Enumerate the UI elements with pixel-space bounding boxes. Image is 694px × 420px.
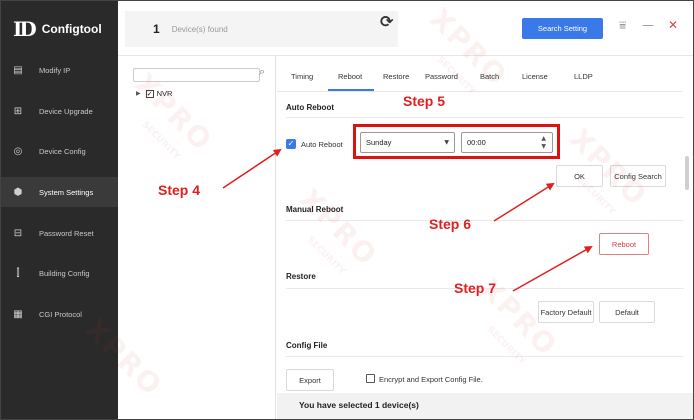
encrypt-export-checkbox[interactable] xyxy=(366,374,375,383)
chevron-down-icon: ▼ xyxy=(444,139,449,146)
sidebar-item-label: Device Config xyxy=(39,146,86,156)
device-count-label: Device(s) found xyxy=(171,24,228,34)
device-upgrade-icon: ⊞ xyxy=(13,105,23,117)
device-tree-panel: ⌕ ▶ ✓ NVR xyxy=(118,56,276,419)
restore-heading: Restore xyxy=(286,272,316,281)
sidebar-item-label: Modify IP xyxy=(39,65,71,75)
sidebar-item-cgi-protocol[interactable]: ▦ CGI Protocol xyxy=(1,299,118,329)
reboot-day-value: Sunday xyxy=(366,138,392,147)
main-panel: Timing Reboot Restore Password Batch Lic… xyxy=(277,56,693,419)
sidebar-item-label: CGI Protocol xyxy=(39,309,82,319)
tree-node-label: NVR xyxy=(156,89,173,98)
modify-ip-icon: ▤ xyxy=(13,64,23,76)
app-logo: ID Configtool xyxy=(13,15,102,43)
app-window: ID Configtool ▤ Modify IP ⊞ Device Upgra… xyxy=(0,0,694,420)
device-count-box: 1 Device(s) found xyxy=(125,11,398,47)
reboot-time-input[interactable]: 00:00 ▲ ▼ xyxy=(461,132,553,153)
reboot-button[interactable]: Reboot xyxy=(599,233,649,255)
tab-restore[interactable]: Restore xyxy=(383,72,409,81)
sidebar: ID Configtool ▤ Modify IP ⊞ Device Upgra… xyxy=(1,1,118,419)
expand-arrow-icon[interactable]: ▶ xyxy=(136,90,141,97)
filter-icon[interactable]: ⩸ xyxy=(619,18,626,33)
tab-timing[interactable]: Timing xyxy=(291,72,313,81)
divider xyxy=(286,117,684,118)
divider xyxy=(286,288,684,289)
app-title: Configtool xyxy=(41,22,102,36)
search-setting-button[interactable]: Search Setting xyxy=(522,18,603,39)
scrollbar[interactable] xyxy=(685,156,689,190)
divider xyxy=(286,356,684,357)
default-button[interactable]: Default xyxy=(599,301,655,323)
sidebar-item-label: Building Config xyxy=(39,268,90,278)
selection-status-text: You have selected 1 device(s) xyxy=(299,400,419,410)
device-count: 1 xyxy=(153,22,160,36)
system-settings-icon: ⬢ xyxy=(13,186,23,198)
encrypt-export-label: Encrypt and Export Config File. xyxy=(379,375,483,384)
device-config-icon: ◎ xyxy=(13,145,23,157)
refresh-icon[interactable]: ⟳ xyxy=(380,12,393,31)
factory-default-button[interactable]: Factory Default xyxy=(538,301,594,323)
sidebar-item-building-config[interactable]: ⫿ Building Config xyxy=(1,258,118,288)
minimize-icon[interactable]: — xyxy=(642,18,654,32)
tree-node-checkbox[interactable]: ✓ xyxy=(145,89,154,98)
sidebar-item-label: Password Reset xyxy=(39,228,94,238)
top-bar: 1 Device(s) found ⟳ Search Setting ⩸ — ✕ xyxy=(118,1,693,56)
logo-mark: ID xyxy=(13,17,37,41)
tab-password[interactable]: Password xyxy=(425,72,458,81)
sidebar-item-label: Device Upgrade xyxy=(39,106,93,116)
auto-reboot-label: Auto Reboot xyxy=(301,140,343,149)
active-tab-indicator xyxy=(328,89,374,91)
tab-lldp[interactable]: LLDP xyxy=(574,72,593,81)
reboot-day-select[interactable]: Sunday ▼ xyxy=(360,132,455,153)
selection-status-bar: You have selected 1 device(s) xyxy=(277,393,693,419)
auto-reboot-checkbox[interactable]: ✓ xyxy=(286,139,296,149)
spin-up-icon[interactable]: ▲ xyxy=(541,135,546,143)
sidebar-item-system-settings[interactable]: ⬢ System Settings xyxy=(1,177,118,207)
config-file-heading: Config File xyxy=(286,341,328,350)
password-reset-icon: ⊟ xyxy=(13,227,23,239)
sidebar-item-device-config[interactable]: ◎ Device Config xyxy=(1,136,118,166)
search-icon[interactable]: ⌕ xyxy=(259,65,265,79)
sidebar-item-modify-ip[interactable]: ▤ Modify IP xyxy=(1,55,118,85)
time-spinner[interactable]: ▲ ▼ xyxy=(541,135,546,151)
tab-reboot[interactable]: Reboot xyxy=(338,72,362,81)
auto-reboot-heading: Auto Reboot xyxy=(286,103,334,112)
reboot-time-value: 00:00 xyxy=(467,138,486,147)
divider xyxy=(286,220,684,221)
spin-down-icon[interactable]: ▼ xyxy=(541,143,546,151)
tab-license[interactable]: License xyxy=(522,72,548,81)
sidebar-item-password-reset[interactable]: ⊟ Password Reset xyxy=(1,218,118,248)
building-config-icon: ⫿ xyxy=(16,267,20,279)
tab-batch[interactable]: Batch xyxy=(480,72,499,81)
sidebar-item-label: System Settings xyxy=(39,187,94,197)
tree-search-input[interactable] xyxy=(133,68,260,82)
sidebar-item-device-upgrade[interactable]: ⊞ Device Upgrade xyxy=(1,96,118,126)
manual-reboot-heading: Manual Reboot xyxy=(286,205,344,214)
config-search-button[interactable]: Config Search xyxy=(610,165,666,187)
close-icon[interactable]: ✕ xyxy=(668,18,678,32)
cgi-protocol-icon: ▦ xyxy=(13,308,23,320)
tree-node-nvr[interactable]: ▶ ✓ NVR xyxy=(136,89,172,98)
export-button[interactable]: Export xyxy=(286,369,334,391)
ok-button[interactable]: OK xyxy=(556,165,603,187)
